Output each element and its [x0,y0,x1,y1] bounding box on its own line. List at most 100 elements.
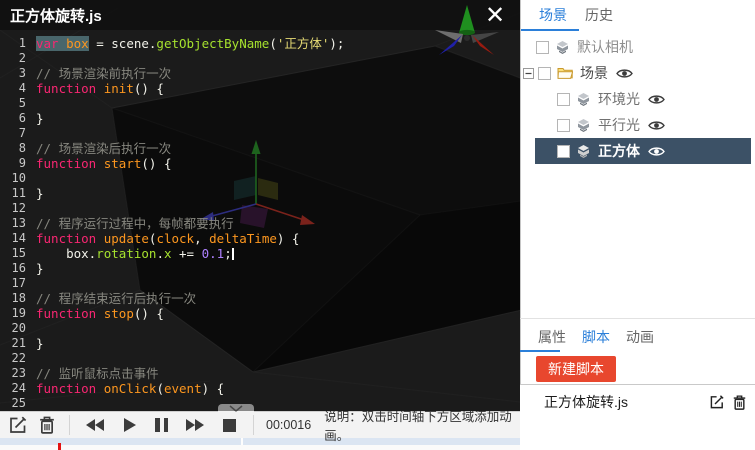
pause-button[interactable] [155,418,168,432]
code-line[interactable]: 14function update(clock, deltaTime) { [6,231,520,246]
visibility-checkbox[interactable] [557,119,570,132]
code-token: += [172,246,202,261]
fast-forward-button[interactable] [186,419,204,431]
detail-panel-tab[interactable]: 动画 [626,327,654,347]
edit-pencil-icon[interactable] [709,394,725,410]
code-token: () { [141,156,171,171]
line-number: 4 [6,81,26,96]
code-token: () { [134,81,164,96]
timeline-playhead[interactable] [58,443,61,450]
trash-icon[interactable] [732,394,747,411]
line-number: 8 [6,141,26,156]
script-list-item[interactable]: 正方体旋转.js [520,385,755,417]
play-button[interactable] [124,418,136,432]
code-token [96,231,104,246]
code-token: box. [36,246,96,261]
stop-button[interactable] [223,419,236,432]
trash-icon[interactable] [38,415,56,435]
object-3d-icon [555,41,570,54]
tree-node-label[interactable]: 环境光 [598,89,640,109]
code-line[interactable]: 7 [6,126,520,141]
code-line[interactable]: 11} [6,186,520,201]
folder-icon [557,67,573,79]
code-token: . [156,246,164,261]
detail-panel-tab[interactable]: 属性 [538,327,566,347]
code-line[interactable]: 9function start() { [6,156,520,171]
code-line[interactable]: 23// 监听鼠标点击事件 [6,366,520,381]
code-text: function onClick(event) { [36,381,224,396]
visibility-checkbox[interactable] [557,145,570,158]
code-token: // 场景渲染前执行一次 [36,66,171,81]
code-line[interactable]: 25 [6,396,520,411]
scene-panel-tab[interactable]: 历史 [585,5,613,25]
eye-icon[interactable] [648,94,665,105]
new-script-button[interactable]: 新建脚本 [536,356,616,382]
code-token: getObjectByName [156,36,269,51]
tree-row[interactable]: 环境光 [521,86,755,112]
code-token: // 程序结束运行后执行一次 [36,291,196,306]
scene-panel-tab[interactable]: 场景 [539,5,567,25]
code-token [96,156,104,171]
code-line[interactable]: 6} [6,111,520,126]
tree-node-label[interactable]: 默认相机 [577,37,633,57]
code-text: } [36,261,44,276]
timeline-toolbar: 00:0016 说明：双击时间轴下方区域添加动画。 [0,411,520,438]
tree-row[interactable]: 正方体 [535,138,751,164]
eye-icon[interactable] [616,68,633,79]
detail-panel-tab[interactable]: 脚本 [582,327,610,347]
object-3d-icon [576,119,591,132]
visibility-checkbox[interactable] [538,67,551,80]
eye-icon[interactable] [648,120,665,131]
code-line[interactable]: 24function onClick(event) { [6,381,520,396]
code-token: ); [329,36,344,51]
code-text: function init() { [36,81,164,96]
timeline-lower-area[interactable] [0,445,520,450]
code-token: } [36,186,44,201]
code-line[interactable]: 10 [6,171,520,186]
collapse-minus-icon[interactable] [523,68,534,79]
scene-hierarchy-tree: 默认相机场景环境光平行光正方体 [521,34,755,164]
timeline-hint: 说明：双击时间轴下方区域添加动画。 [324,406,520,444]
tree-node-label[interactable]: 场景 [580,63,608,83]
timeline-time: 00:0016 [266,418,311,432]
code-line[interactable]: 20 [6,321,520,336]
tree-row[interactable]: 平行光 [521,112,755,138]
code-line[interactable]: 12 [6,201,520,216]
close-icon[interactable]: ✕ [477,0,513,30]
code-line[interactable]: 21} [6,336,520,351]
code-line[interactable]: 16} [6,261,520,276]
rewind-button[interactable] [86,419,104,431]
code-line[interactable]: 3// 场景渲染前执行一次 [6,66,520,81]
code-text: box.rotation.x += 0.1; [36,246,234,261]
visibility-checkbox[interactable] [536,41,549,54]
visibility-checkbox[interactable] [557,93,570,106]
tree-row[interactable]: 场景 [521,60,755,86]
code-line[interactable]: 5 [6,96,520,111]
code-line[interactable]: 8// 场景渲染后执行一次 [6,141,520,156]
code-token: // 程序运行过程中，每帧都要执行 [36,216,234,231]
code-line[interactable]: 19function stop() { [6,306,520,321]
code-token: ( [269,36,277,51]
app-window: 1var box = scene.getObjectByName('正方体');… [0,0,755,450]
code-editor[interactable]: 1var box = scene.getObjectByName('正方体');… [0,30,520,411]
line-number: 12 [6,201,26,216]
code-line[interactable]: 17 [6,276,520,291]
eye-icon[interactable] [648,146,665,157]
tree-node-label[interactable]: 正方体 [598,141,640,161]
code-token: x [164,246,172,261]
edit-keyframe-icon[interactable] [8,415,28,435]
line-number: 15 [6,246,26,261]
code-line[interactable]: 22 [6,351,520,366]
code-token: deltaTime [209,231,277,246]
tree-node-label[interactable]: 平行光 [598,115,640,135]
line-number: 13 [6,216,26,231]
tree-row[interactable]: 默认相机 [521,34,755,60]
code-line[interactable]: 15 box.rotation.x += 0.1; [6,246,520,261]
line-number: 7 [6,126,26,141]
code-line[interactable]: 4 function init() { [6,81,520,96]
toolbar-divider [253,415,254,435]
code-token: onClick [104,381,157,396]
code-line[interactable]: 18// 程序结束运行后执行一次 [6,291,520,306]
code-line[interactable]: 13 // 程序运行过程中，每帧都要执行 [6,216,520,231]
code-token [96,81,104,96]
